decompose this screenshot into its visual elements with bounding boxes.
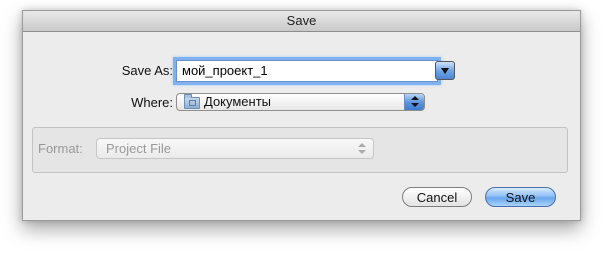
save-as-label: Save As: bbox=[121, 63, 173, 78]
disclosure-triangle-icon bbox=[441, 68, 449, 74]
format-popup[interactable]: Project File bbox=[96, 138, 374, 159]
where-location-value: Документы bbox=[204, 94, 272, 109]
popup-arrows-icon bbox=[404, 94, 424, 110]
format-accessory-panel: Format: Project File bbox=[32, 127, 568, 173]
where-label: Where: bbox=[131, 95, 173, 110]
save-as-field[interactable]: мой_проект_1 bbox=[176, 60, 438, 82]
save-button[interactable]: Save bbox=[485, 187, 556, 207]
folder-icon bbox=[184, 94, 200, 109]
cancel-button[interactable]: Cancel bbox=[402, 187, 472, 207]
format-label: Format: bbox=[38, 141, 83, 156]
format-value: Project File bbox=[106, 141, 172, 156]
popup-arrows-icon bbox=[357, 141, 367, 156]
expand-dialog-button[interactable] bbox=[435, 61, 455, 80]
dialog-title: Save bbox=[23, 11, 580, 32]
save-dialog: Save Save As: мой_проект_1 Where: Докуме… bbox=[22, 10, 581, 221]
where-location-popup[interactable]: Документы bbox=[176, 93, 425, 111]
